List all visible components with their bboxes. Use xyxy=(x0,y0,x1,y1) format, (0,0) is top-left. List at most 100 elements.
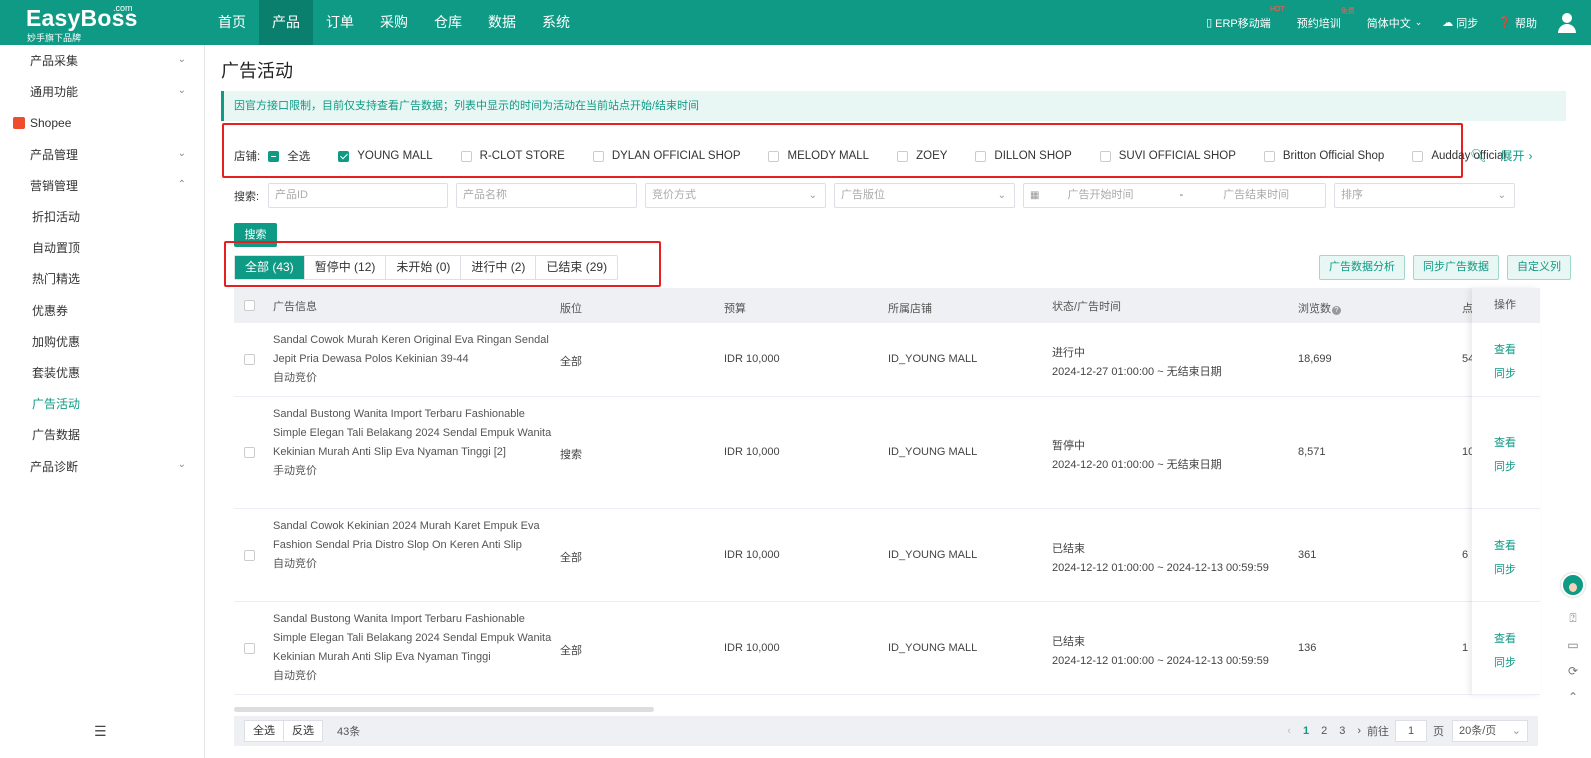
store-checkbox[interactable] xyxy=(592,150,604,162)
nav-item[interactable]: 数据 xyxy=(475,0,529,45)
nav-item[interactable]: 产品 xyxy=(259,0,313,45)
view-link[interactable]: 查看 xyxy=(1494,537,1516,553)
product-id-input[interactable]: 产品ID xyxy=(268,183,448,208)
page-number[interactable]: 2 xyxy=(1321,725,1327,737)
next-page-icon[interactable]: › xyxy=(1357,725,1361,737)
end-time-field[interactable]: 广告结束时间 xyxy=(1223,184,1289,207)
status-tab[interactable]: 未开始 (0) xyxy=(386,256,462,279)
back-to-top-icon[interactable]: ⌃ xyxy=(1568,690,1578,704)
page-number[interactable]: 3 xyxy=(1339,725,1345,737)
nav-item[interactable]: 订单 xyxy=(313,0,367,45)
logo[interactable]: EasyBoss .com 妙手旗下品牌 xyxy=(0,0,205,45)
sidebar-item[interactable]: Shopee xyxy=(0,107,204,138)
sidebar-item[interactable]: 广告活动 xyxy=(0,388,204,419)
table-row[interactable]: Sandal Bustong Wanita Import Terbaru Fas… xyxy=(234,397,1538,509)
store-option[interactable]: DYLAN OFFICIAL SHOP xyxy=(592,150,740,162)
chat-icon[interactable]: ▭ xyxy=(1567,638,1578,652)
view-link[interactable]: 查看 xyxy=(1494,630,1516,646)
store-checkbox[interactable] xyxy=(1263,150,1275,162)
status-tab[interactable]: 全部 (43) xyxy=(235,256,305,279)
nav-item[interactable]: 采购 xyxy=(367,0,421,45)
status-tab[interactable]: 进行中 (2) xyxy=(461,256,537,279)
store-option[interactable]: SUVI OFFICIAL SHOP xyxy=(1099,150,1236,162)
header-checkbox[interactable] xyxy=(244,300,255,311)
sync-link[interactable]: ☁ 同步 xyxy=(1442,15,1478,31)
sidebar-item[interactable]: 自动置顶 xyxy=(0,232,204,263)
ad-title[interactable]: Sandal Bustong Wanita Import Terbaru Fas… xyxy=(273,405,553,462)
store-checkbox[interactable] xyxy=(768,150,780,162)
sync-link[interactable]: 同步 xyxy=(1494,365,1516,381)
search-icon[interactable]: 🔍︎ xyxy=(1470,148,1487,164)
store-checkbox[interactable] xyxy=(897,150,909,162)
sidebar-item[interactable]: 产品诊断 ⌄ xyxy=(0,450,204,481)
store-option[interactable]: Britton Official Shop xyxy=(1263,150,1384,162)
select-all-button[interactable]: 全选 xyxy=(244,720,284,742)
sync-link[interactable]: 同步 xyxy=(1494,654,1516,670)
action-button[interactable]: 广告数据分析 xyxy=(1319,255,1405,280)
help-link[interactable]: ❓ 帮助 xyxy=(1498,15,1537,31)
sidebar-item[interactable]: 套装优惠 xyxy=(0,357,204,388)
ad-date-range[interactable]: ▦ 广告开始时间 - 广告结束时间 xyxy=(1023,183,1326,208)
ad-title[interactable]: Sandal Cowok Murah Keren Original Eva Ri… xyxy=(273,331,553,369)
row-checkbox[interactable] xyxy=(244,642,255,654)
table-row[interactable]: Sandal Cowok Kekinian 2024 Murah Karet E… xyxy=(234,509,1538,602)
goto-page-input[interactable]: 1 xyxy=(1395,720,1427,742)
sidebar-item[interactable]: 加购优惠 xyxy=(0,326,204,357)
page-size-select[interactable]: 20条/页 ⌄ xyxy=(1452,720,1528,742)
sidebar-item[interactable]: 优惠券 xyxy=(0,295,204,326)
sidebar-item[interactable]: 折扣活动 xyxy=(0,201,204,232)
sidebar-item[interactable]: 产品管理 ⌄ xyxy=(0,139,204,170)
refresh-icon[interactable]: ⟳ xyxy=(1568,664,1578,678)
sort-select[interactable]: 排序 ⌄ xyxy=(1334,183,1515,208)
horizontal-scrollbar[interactable] xyxy=(234,707,654,712)
view-link[interactable]: 查看 xyxy=(1494,434,1516,450)
feedback-icon[interactable]: ⍰ xyxy=(1569,611,1576,626)
sidebar-item[interactable]: 广告数据 xyxy=(0,419,204,450)
collapse-menu-icon[interactable]: ☰ xyxy=(94,723,107,740)
row-checkbox[interactable] xyxy=(244,354,255,365)
store-option[interactable]: R-CLOT STORE xyxy=(460,150,565,162)
action-button[interactable]: 同步广告数据 xyxy=(1413,255,1499,280)
table-row[interactable]: Sandal Bustong Wanita Import Terbaru Fas… xyxy=(234,602,1538,695)
nav-item[interactable]: 系统 xyxy=(529,0,583,45)
customer-service-avatar-icon[interactable] xyxy=(1561,573,1585,597)
language-select[interactable]: 简体中文 ⌄ xyxy=(1367,15,1423,31)
store-checkbox[interactable] xyxy=(338,150,350,162)
start-time-field[interactable]: 广告开始时间 xyxy=(1067,184,1167,207)
status-tab[interactable]: 暂停中 (12) xyxy=(305,256,387,279)
sidebar-item[interactable]: 营销管理 ⌃ xyxy=(0,170,204,201)
sync-link[interactable]: 同步 xyxy=(1494,561,1516,577)
erp-mobile-link[interactable]: ▯ ERP移动端 HOT xyxy=(1206,6,1285,31)
sidebar-item[interactable]: 热门精选 xyxy=(0,263,204,294)
store-checkbox[interactable] xyxy=(1099,150,1111,162)
ad-title[interactable]: Sandal Cowok Kekinian 2024 Murah Karet E… xyxy=(273,517,553,555)
store-checkbox[interactable] xyxy=(460,150,472,162)
expand-stores-link[interactable]: 🔍︎ 展开 › xyxy=(1470,147,1533,164)
sidebar-item[interactable]: 产品采集 ⌄ xyxy=(0,45,204,76)
view-link[interactable]: 查看 xyxy=(1494,341,1516,357)
store-option[interactable]: DILLON SHOP xyxy=(975,150,1072,162)
sidebar-item[interactable]: 通用功能 ⌄ xyxy=(0,76,204,107)
nav-item[interactable]: 仓库 xyxy=(421,0,475,45)
select-all-checkbox[interactable] xyxy=(268,150,280,162)
store-checkbox[interactable] xyxy=(1412,150,1424,162)
store-option[interactable]: ZOEY xyxy=(897,150,947,162)
invert-selection-button[interactable]: 反选 xyxy=(284,720,323,742)
row-checkbox[interactable] xyxy=(244,447,255,458)
sync-link[interactable]: 同步 xyxy=(1494,458,1516,474)
store-checkbox[interactable] xyxy=(975,150,987,162)
bid-method-select[interactable]: 竞价方式 ⌄ xyxy=(645,183,826,208)
action-button[interactable]: 自定义列 xyxy=(1507,255,1571,280)
help-circle-icon[interactable]: ? xyxy=(1332,306,1341,315)
nav-item[interactable]: 首页 xyxy=(205,0,259,45)
page-number[interactable]: 1 xyxy=(1303,725,1309,737)
training-link[interactable]: 预约培训 免费 xyxy=(1297,8,1355,31)
store-option[interactable]: MELODY MALL xyxy=(768,150,869,162)
row-checkbox[interactable] xyxy=(244,549,255,561)
product-name-input[interactable]: 产品名称 xyxy=(456,183,637,208)
ad-position-select[interactable]: 广告版位 ⌄ xyxy=(834,183,1015,208)
store-select-all[interactable]: 全选 xyxy=(268,148,310,164)
table-row[interactable]: Sandal Cowok Murah Keren Original Eva Ri… xyxy=(234,323,1538,397)
status-tab[interactable]: 已结束 (29) xyxy=(536,256,617,279)
store-option[interactable]: YOUNG MALL xyxy=(338,150,433,162)
